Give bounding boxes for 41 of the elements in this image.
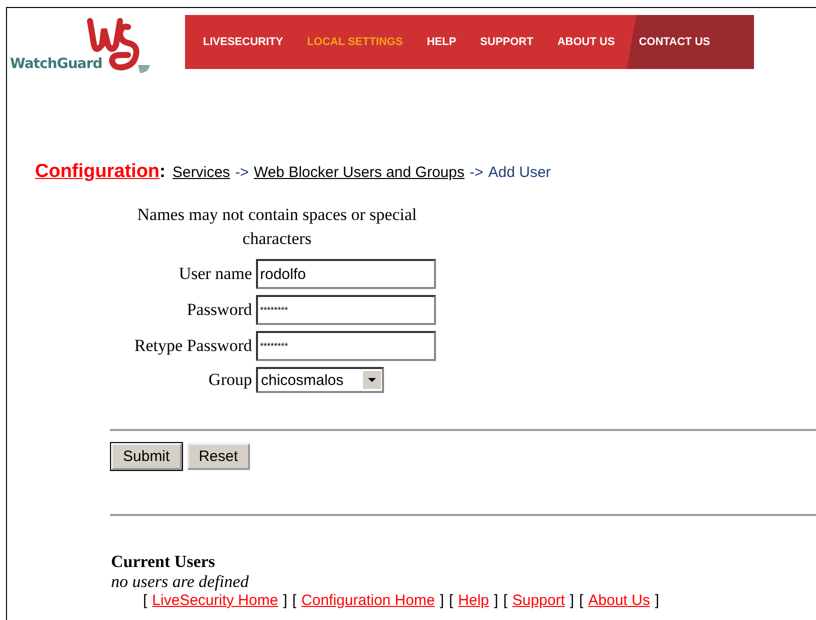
bracket-text: ] (283, 592, 288, 609)
arrow-text: -> (235, 164, 249, 181)
footer-link[interactable]: LiveSecurity Home (152, 592, 278, 609)
input-field[interactable]: rodolfo (256, 259, 436, 289)
nav-link[interactable]: ABOUT US (557, 36, 615, 48)
nav-link[interactable]: HELP (426, 36, 456, 48)
configuration-link[interactable]: Configuration (35, 161, 160, 183)
bracket-text: [ (143, 592, 148, 609)
bracket-text: ] (494, 592, 498, 609)
arrow-text: -> (469, 164, 484, 181)
bracket-text: [ (503, 592, 508, 609)
footer-link[interactable]: Support (512, 592, 565, 609)
submit-button[interactable]: Submit (111, 443, 182, 470)
field-label: Group (208, 370, 252, 390)
password-field[interactable]: ******** (256, 295, 436, 325)
form-note: Names may not contain spaces or special characters (136, 204, 418, 250)
section-heading: Current Users (111, 552, 216, 572)
bracket-text: [ (448, 592, 454, 609)
bracket-text: [ (292, 592, 296, 609)
breadcrumb-link[interactable]: Web Blocker Users and Groups (254, 164, 464, 181)
breadcrumb-link[interactable]: Services (172, 164, 230, 181)
field-label: Retype Password (133, 336, 252, 356)
footer-link[interactable]: Configuration Home (301, 592, 435, 609)
bracket-text: ] (570, 592, 574, 609)
group-dropdown[interactable]: chicosmalos (256, 367, 384, 393)
bracket-text: [ (579, 592, 584, 609)
footer-link[interactable]: About Us (588, 592, 650, 609)
empty-message: no users are defined (111, 572, 250, 592)
reset-button[interactable]: Reset (186, 443, 250, 470)
logo-text: WatchGuard (10, 56, 102, 72)
footer-link[interactable]: Help (458, 592, 490, 609)
colon-text: : (160, 161, 166, 182)
bracket-text: ] (440, 592, 444, 609)
bracket-text: ] (654, 592, 660, 609)
password-field[interactable]: ******** (256, 331, 436, 361)
nav-link[interactable]: CONTACT US (638, 36, 710, 48)
nav-link[interactable]: LIVESECURITY (203, 36, 284, 48)
field-label: Password (186, 300, 252, 320)
field-label: User name (178, 264, 252, 284)
nav-link[interactable]: SUPPORT (480, 36, 534, 48)
breadcrumb-current: Add User (488, 164, 551, 181)
